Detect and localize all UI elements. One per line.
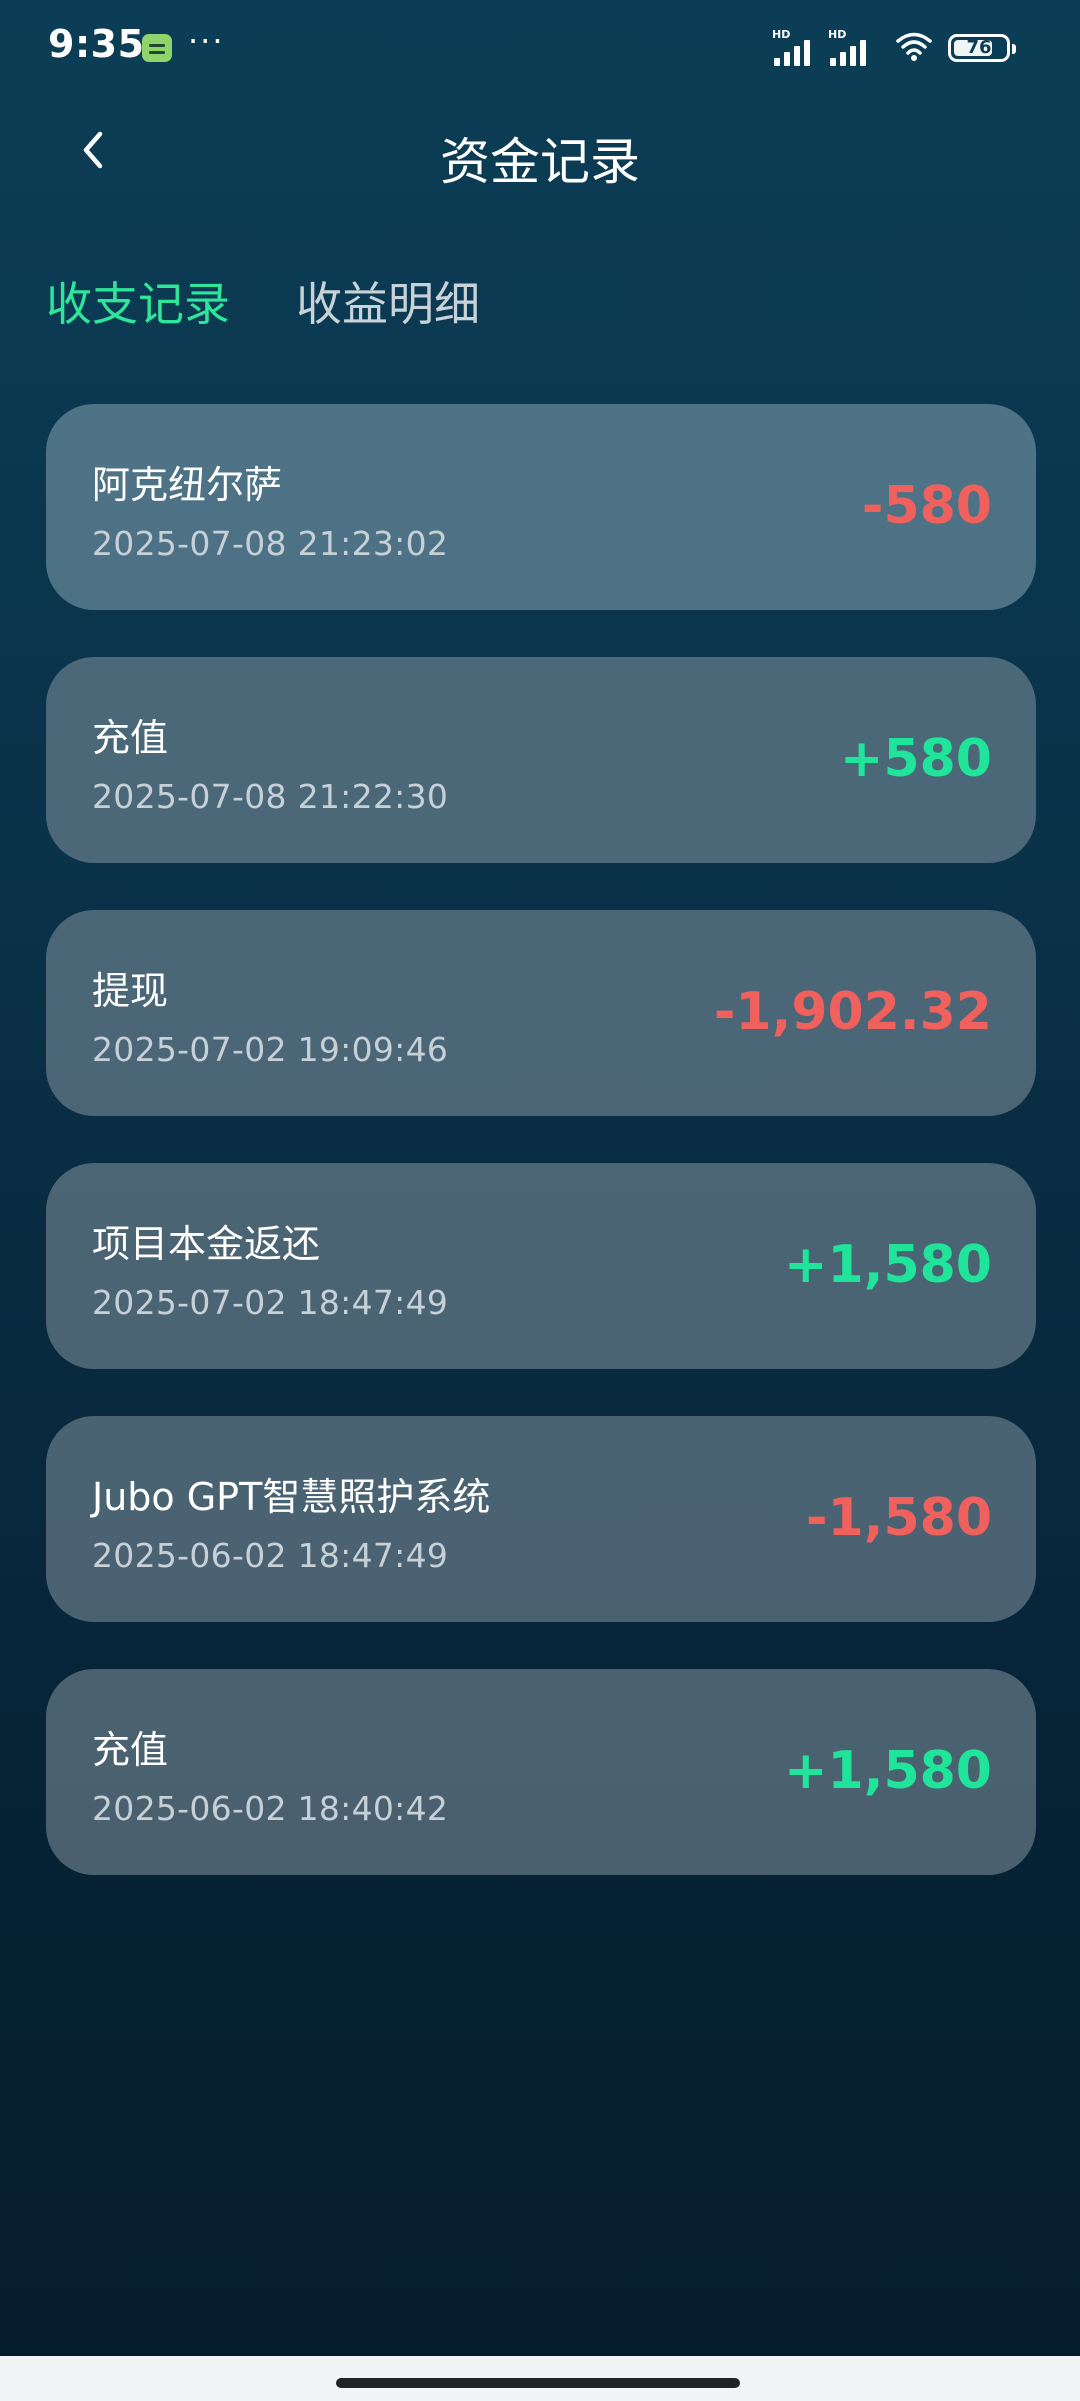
signal-icon: HD (828, 28, 878, 66)
record-amount: +1,580 (783, 1235, 992, 1295)
record-amount: -580 (861, 476, 992, 536)
record-time: 2025-07-08 21:22:30 (92, 777, 449, 816)
status-time: 9:35 (48, 22, 145, 66)
record-amount: -1,580 (805, 1488, 992, 1548)
record-time: 2025-07-08 21:23:02 (92, 524, 449, 563)
record-time: 2025-06-02 18:47:49 (92, 1536, 449, 1575)
tab-earnings-detail[interactable]: 收益明细 (296, 268, 480, 334)
record-name: 充值 (92, 1728, 169, 1772)
page-header: 资金记录 (0, 100, 1080, 200)
record-amount: +580 (839, 729, 992, 789)
record-card[interactable]: 项目本金返还 2025-07-02 18:47:49 +1,580 (46, 1163, 1036, 1369)
tab-income-expense[interactable]: 收支记录 (46, 268, 230, 334)
battery-level: 76 (966, 37, 992, 58)
record-time: 2025-06-02 18:40:42 (92, 1789, 449, 1828)
record-name: Jubo GPT智慧照护系统 (92, 1475, 491, 1519)
record-time: 2025-07-02 19:09:46 (92, 1030, 449, 1069)
status-bar: 9:35 ··· HD HD 76 (0, 0, 1080, 96)
record-list: 阿克纽尔萨 2025-07-08 21:23:02 -580 充值 2025-0… (46, 404, 1036, 1922)
record-name: 阿克纽尔萨 (92, 463, 283, 507)
system-nav-bar (0, 2356, 1080, 2401)
signal-icon: HD (772, 28, 822, 66)
wifi-icon (896, 30, 932, 62)
record-card[interactable]: 提现 2025-07-02 19:09:46 -1,902.32 (46, 910, 1036, 1116)
page-title: 资金记录 (440, 133, 640, 191)
battery-icon: 76 (948, 34, 1016, 62)
record-amount: -1,902.32 (713, 982, 992, 1042)
record-amount: +1,580 (783, 1741, 992, 1801)
more-notifications-icon: ··· (188, 22, 225, 60)
record-time: 2025-07-02 18:47:49 (92, 1283, 449, 1322)
record-card[interactable]: 充值 2025-07-08 21:22:30 +580 (46, 657, 1036, 863)
record-card[interactable]: 阿克纽尔萨 2025-07-08 21:23:02 -580 (46, 404, 1036, 610)
record-name: 提现 (92, 969, 169, 1013)
home-indicator[interactable] (336, 2378, 740, 2388)
record-name: 充值 (92, 716, 169, 760)
record-card[interactable]: 充值 2025-06-02 18:40:42 +1,580 (46, 1669, 1036, 1875)
record-name: 项目本金返还 (92, 1222, 321, 1266)
message-icon (142, 34, 172, 62)
record-card[interactable]: Jubo GPT智慧照护系统 2025-06-02 18:47:49 -1,58… (46, 1416, 1036, 1622)
